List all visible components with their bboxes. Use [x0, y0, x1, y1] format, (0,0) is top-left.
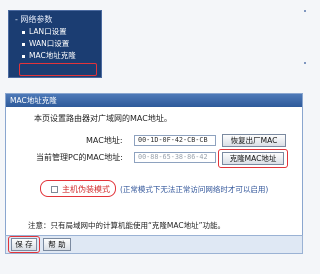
- note-text: 注意：只有局域网中的计算机能使用“克隆MAC地址”功能。: [28, 221, 225, 230]
- mac-address-field[interactable]: 00-1D-0F-42-CB-CB: [134, 135, 216, 146]
- help-button[interactable]: 帮 助: [43, 238, 71, 251]
- footer-bar: 保 存 帮 助: [5, 235, 303, 254]
- pc-mac-label: 当前管理PC的MAC地址:: [36, 153, 123, 162]
- mac-clone-panel: MAC地址克隆 本页设置路由器对广域网的MAC地址。 MAC地址: 00-1D-…: [5, 93, 303, 251]
- sidebar-item-label: MAC地址克隆: [29, 51, 76, 60]
- sidebar-item-label: LAN口设置: [29, 27, 67, 36]
- decor-dot: [304, 10, 306, 12]
- decor-dot: [304, 62, 306, 64]
- sidebar-item-lan[interactable]: LAN口设置: [15, 26, 95, 38]
- restore-mac-button[interactable]: 恢复出厂MAC: [222, 134, 286, 147]
- highlight-box: [8, 236, 40, 253]
- mac-label: MAC地址:: [86, 136, 123, 145]
- bullet-icon: [22, 42, 25, 46]
- sidebar-item-wan[interactable]: WAN口设置: [15, 38, 95, 50]
- spoof-mode-note: (正常模式下无法正常访问网络时才可以启用): [120, 185, 269, 194]
- highlight-box: [19, 63, 97, 76]
- panel-title: MAC地址克隆: [6, 94, 302, 107]
- pc-mac-address-field[interactable]: 00-88-65-38-86-42: [134, 152, 216, 163]
- bullet-icon: [22, 30, 25, 34]
- highlight-ellipse: [40, 180, 116, 197]
- sidebar-item-mac-clone[interactable]: MAC地址克隆: [15, 50, 95, 62]
- sidebar-item-label: WAN口设置: [29, 39, 70, 48]
- intro-text: 本页设置路由器对广域网的MAC地址。: [34, 114, 172, 123]
- bullet-icon: [22, 54, 25, 58]
- highlight-box: [218, 149, 288, 168]
- nav-heading: - 网络参数: [15, 15, 53, 24]
- sidebar-nav: - 网络参数 LAN口设置 WAN口设置 MAC地址克隆: [8, 10, 102, 78]
